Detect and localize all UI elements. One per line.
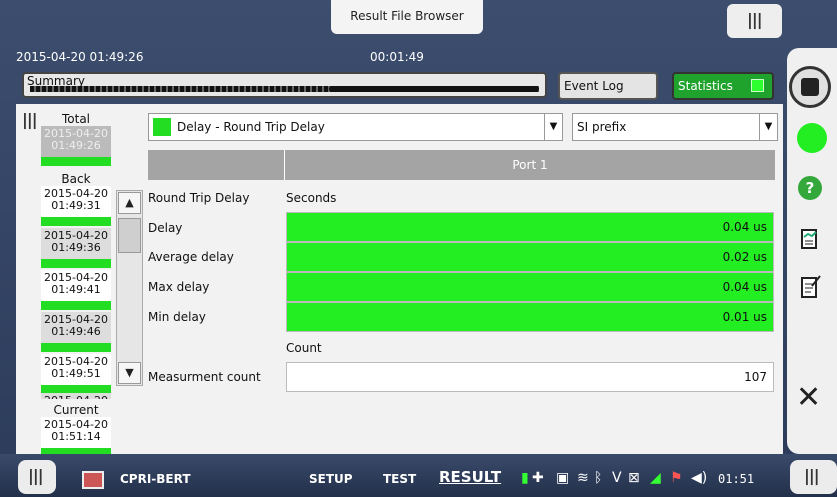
total-label: Total <box>61 112 91 126</box>
unit-label: Count <box>286 341 322 355</box>
close-icon[interactable]: ✕ <box>796 380 821 415</box>
wifi-icon: ≋ <box>577 470 589 486</box>
prefix-select-value: SI prefix <box>577 120 627 134</box>
grip-icon: ||| <box>747 10 763 29</box>
time-tile[interactable]: 2015-04-20 <box>41 393 111 399</box>
statistics-label: Statistics <box>678 79 733 93</box>
scroll-up-icon[interactable]: ▲ <box>118 192 141 214</box>
time-tile[interactable]: 2015-04-20 01:49:41 <box>41 270 111 310</box>
storage-icon: ▣ <box>556 470 570 486</box>
chevron-down-icon: ▼ <box>759 114 777 140</box>
clock: 01:51 <box>718 472 755 486</box>
tile-time: 01:49:26 <box>51 139 101 152</box>
report-icon[interactable] <box>800 228 820 252</box>
stop-button[interactable] <box>789 66 831 108</box>
start-datetime: 2015-04-20 01:49:26 <box>16 50 144 64</box>
test-tab[interactable]: TEST <box>383 472 416 486</box>
time-tile[interactable]: 2015-04-20 01:49:51 <box>41 354 111 394</box>
time-tile[interactable]: 2015-04-20 01:49:31 <box>41 186 111 226</box>
grip-icon: ||| <box>804 466 820 485</box>
statistics-button[interactable]: Statistics <box>672 72 774 100</box>
scroll-thumb[interactable] <box>118 218 141 253</box>
remote-icon: ⊠ <box>628 470 640 486</box>
app-name: CPRI-BERT <box>120 472 191 486</box>
stop-icon <box>801 78 819 96</box>
unit-label: Seconds <box>286 191 337 205</box>
row-label: Average delay <box>148 250 234 264</box>
bluetooth-icon: ᛒ <box>594 470 603 486</box>
status-indicator-icon <box>797 123 827 153</box>
tile-time: 01:49:51 <box>51 367 101 380</box>
volume-icon[interactable]: ◀) <box>691 470 707 486</box>
summary-bar[interactable]: Summary <box>22 72 547 98</box>
measurement-select[interactable]: Delay - Round Trip Delay ▼ <box>148 113 563 141</box>
value-cell: 0.04 us <box>286 212 774 242</box>
event-log-button[interactable]: Event Log <box>558 72 658 100</box>
port-header: Port 1 <box>284 150 775 180</box>
section-label: Round Trip Delay <box>148 191 250 205</box>
left-panel-handle[interactable]: ||| <box>16 104 38 144</box>
row-label: Max delay <box>148 280 210 294</box>
green-square-icon <box>153 117 171 136</box>
plug-icon: ✚ <box>532 470 544 486</box>
measurement-select-value: Delay - Round Trip Delay <box>177 120 325 134</box>
row-label: Measurment count <box>148 370 261 384</box>
back-label: Back <box>61 172 91 186</box>
tile-time: 01:49:36 <box>51 241 101 254</box>
prefix-select[interactable]: SI prefix ▼ <box>572 113 778 141</box>
elapsed-time: 00:01:49 <box>370 50 424 64</box>
top-panel-handle[interactable]: ||| <box>727 4 782 38</box>
bottom-left-handle[interactable]: ||| <box>18 460 56 494</box>
gps-icon: ◢ <box>650 470 661 486</box>
row-label: Min delay <box>148 310 206 324</box>
value-cell: 0.04 us <box>286 272 774 302</box>
timeline-scrollbar[interactable]: ▲ ▼ <box>116 190 143 386</box>
edit-notes-icon[interactable] <box>800 274 821 298</box>
tile-date: 2015-04-20 <box>41 395 111 400</box>
count-value: 107 <box>286 362 774 392</box>
current-label: Current <box>53 403 99 417</box>
result-tab[interactable]: RESULT <box>439 468 501 486</box>
bottom-right-handle[interactable]: ||| <box>790 460 837 494</box>
help-icon[interactable]: ? <box>798 176 822 200</box>
tile-time: 01:51:14 <box>51 430 101 443</box>
tile-time: 01:49:31 <box>51 199 101 212</box>
summary-timeline <box>30 86 539 92</box>
statistics-led-icon <box>751 79 764 92</box>
battery-icon: ▮ <box>521 470 529 486</box>
time-tile[interactable]: 2015-04-20 01:49:46 <box>41 312 111 352</box>
tile-time: 01:49:41 <box>51 283 101 296</box>
window-title: Result File Browser <box>331 0 483 34</box>
total-tile[interactable]: 2015-04-20 01:49:26 <box>41 126 111 166</box>
network-icon: ⚑ <box>670 470 683 486</box>
value-cell: 0.02 us <box>286 242 774 272</box>
tile-time: 01:49:46 <box>51 325 101 338</box>
app-icon[interactable] <box>82 471 104 489</box>
grip-icon: ||| <box>22 110 38 129</box>
scroll-down-icon[interactable]: ▼ <box>118 362 141 384</box>
row-label: Delay <box>148 221 183 235</box>
current-tile[interactable]: 2015-04-20 01:51:14 <box>41 417 111 457</box>
table-header: Port 1 <box>148 150 775 180</box>
v-icon: V <box>612 470 622 486</box>
grip-icon: ||| <box>28 466 44 485</box>
chevron-down-icon: ▼ <box>544 114 562 140</box>
value-cell: 0.01 us <box>286 302 774 332</box>
setup-tab[interactable]: SETUP <box>309 472 353 486</box>
time-tile[interactable]: 2015-04-20 01:49:36 <box>41 228 111 268</box>
